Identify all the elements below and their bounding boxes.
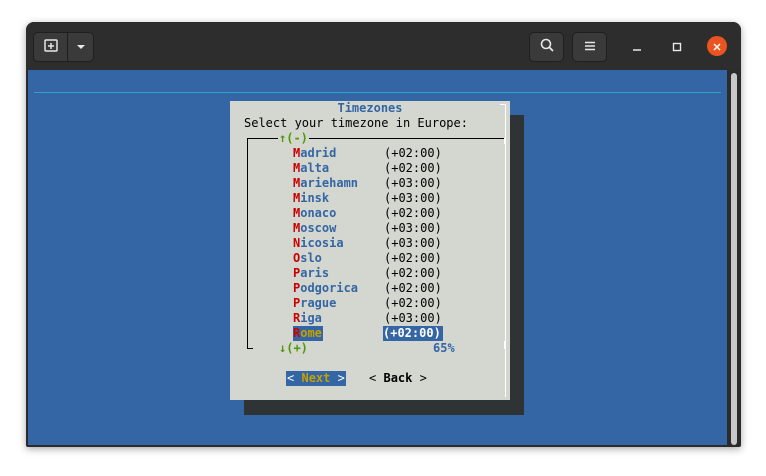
tab-options-dropdown[interactable] [67,32,94,62]
list-item[interactable]: Mariehamn (+03:00) [293,176,453,191]
timezone-offset: (+02:00) [384,206,442,220]
timezone-name: Riga [293,311,322,326]
list-item[interactable]: Riga (+03:00) [293,311,453,326]
timezone-name: Rome [293,326,323,341]
new-tab-icon [43,37,59,57]
scrollbar-thumb[interactable] [731,73,737,445]
list-item[interactable]: Minsk (+03:00) [293,191,453,206]
maximize-icon [672,37,682,56]
timezone-name-rest: odgorica [300,281,359,295]
next-button[interactable]: < Next > [286,371,346,386]
timezone-dialog: Timezones Select your timezone in Europe… [230,101,510,400]
menu-button[interactable] [572,32,607,62]
timezone-offset: (+03:00) [384,191,442,205]
scroll-down-indicator[interactable]: ↓(+) [278,341,309,356]
timezone-name: Prague [293,296,336,311]
timezone-name-rest: adrid [300,146,337,160]
list-item-selected[interactable]: Rome (+02:00) [293,326,453,341]
button-bracket-left: < [369,371,377,385]
timezone-name-rest: aris [300,266,330,280]
button-bracket-right: > [419,371,427,385]
back-button-label: Back [383,371,413,385]
timezone-name-rest: iga [300,311,322,325]
header-bar [26,22,741,70]
timezone-name-rest: rague [300,296,337,310]
timezone-name-rest: alta [300,161,330,175]
list-item[interactable]: Oslo (+02:00) [293,251,453,266]
new-tab-button[interactable] [33,32,68,62]
timezone-name: Oslo [293,251,322,266]
timezone-name: Moscow [293,221,336,236]
search-button[interactable] [529,32,564,62]
hamburger-menu-icon [583,38,597,57]
back-button[interactable]: < Back > [369,371,427,386]
timezone-name-rest: ariehamn [300,176,359,190]
scroll-percent: 65% [433,341,455,355]
dialog-prompt: Select your timezone in Europe: [244,116,468,130]
dialog-title: Timezones [337,101,403,115]
timezone-offset: (+02:00) [384,266,442,280]
scrollbar[interactable] [729,70,739,445]
timezone-offset: (+03:00) [384,236,442,250]
timezone-name-rest: slo [300,251,322,265]
timezone-offset: (+02:00) [384,146,442,160]
list-item[interactable]: Nicosia (+03:00) [293,236,453,251]
timezone-name-rest: ome [300,326,322,340]
timezone-offset: (+03:00) [384,311,442,325]
list-item[interactable]: Paris (+02:00) [293,266,453,281]
list-item[interactable]: Podgorica (+02:00) [293,281,453,296]
timezone-name: Nicosia [293,236,344,251]
list-item[interactable]: Malta (+02:00) [293,161,453,176]
minimize-icon [632,37,642,56]
chevron-down-icon [75,38,87,57]
maximize-button[interactable] [667,36,687,56]
list-box-corner [247,348,253,349]
timezone-name: Madrid [293,146,336,161]
timezone-name-rest: onaco [300,206,337,220]
close-icon [712,37,722,56]
list-box-corner [504,341,505,349]
timezone-offset: (+03:00) [384,176,442,190]
timezone-name: Malta [293,161,329,176]
timezone-name: Minsk [293,191,329,206]
close-button[interactable] [707,36,727,56]
timezone-offset: (+03:00) [384,221,442,235]
timezone-name: Mariehamn [293,176,358,191]
list-item[interactable]: Moscow (+03:00) [293,221,453,236]
list-item[interactable]: Madrid (+02:00) [293,146,453,161]
timezone-list: Madrid (+02:00) Malta (+02:00) Mariehamn… [293,146,453,341]
timezone-offset: (+02:00) [384,161,442,175]
dialog-edge [505,104,506,397]
timezone-offset: (+02:00) [383,326,443,341]
list-item[interactable]: Monaco (+02:00) [293,206,453,221]
terminal-divider [34,92,721,93]
timezone-name-rest: insk [300,191,330,205]
list-box-corner [504,138,505,144]
timezone-offset: (+02:00) [384,296,442,310]
minimize-button[interactable] [627,36,647,56]
timezone-offset: (+02:00) [384,251,442,265]
timezone-name-rest: oscow [300,221,337,235]
timezone-name: Monaco [293,206,336,221]
button-bracket-left: < [287,371,295,385]
timezone-offset: (+02:00) [384,281,442,295]
scroll-up-indicator[interactable]: ↑(-) [278,131,309,146]
button-bracket-right: > [337,371,345,385]
timezone-name-rest: icosia [300,236,344,250]
timezone-name: Paris [293,266,329,281]
list-item[interactable]: Prague (+02:00) [293,296,453,311]
next-button-label: Next [301,371,331,385]
search-icon [539,37,555,57]
timezone-name: Podgorica [293,281,358,296]
